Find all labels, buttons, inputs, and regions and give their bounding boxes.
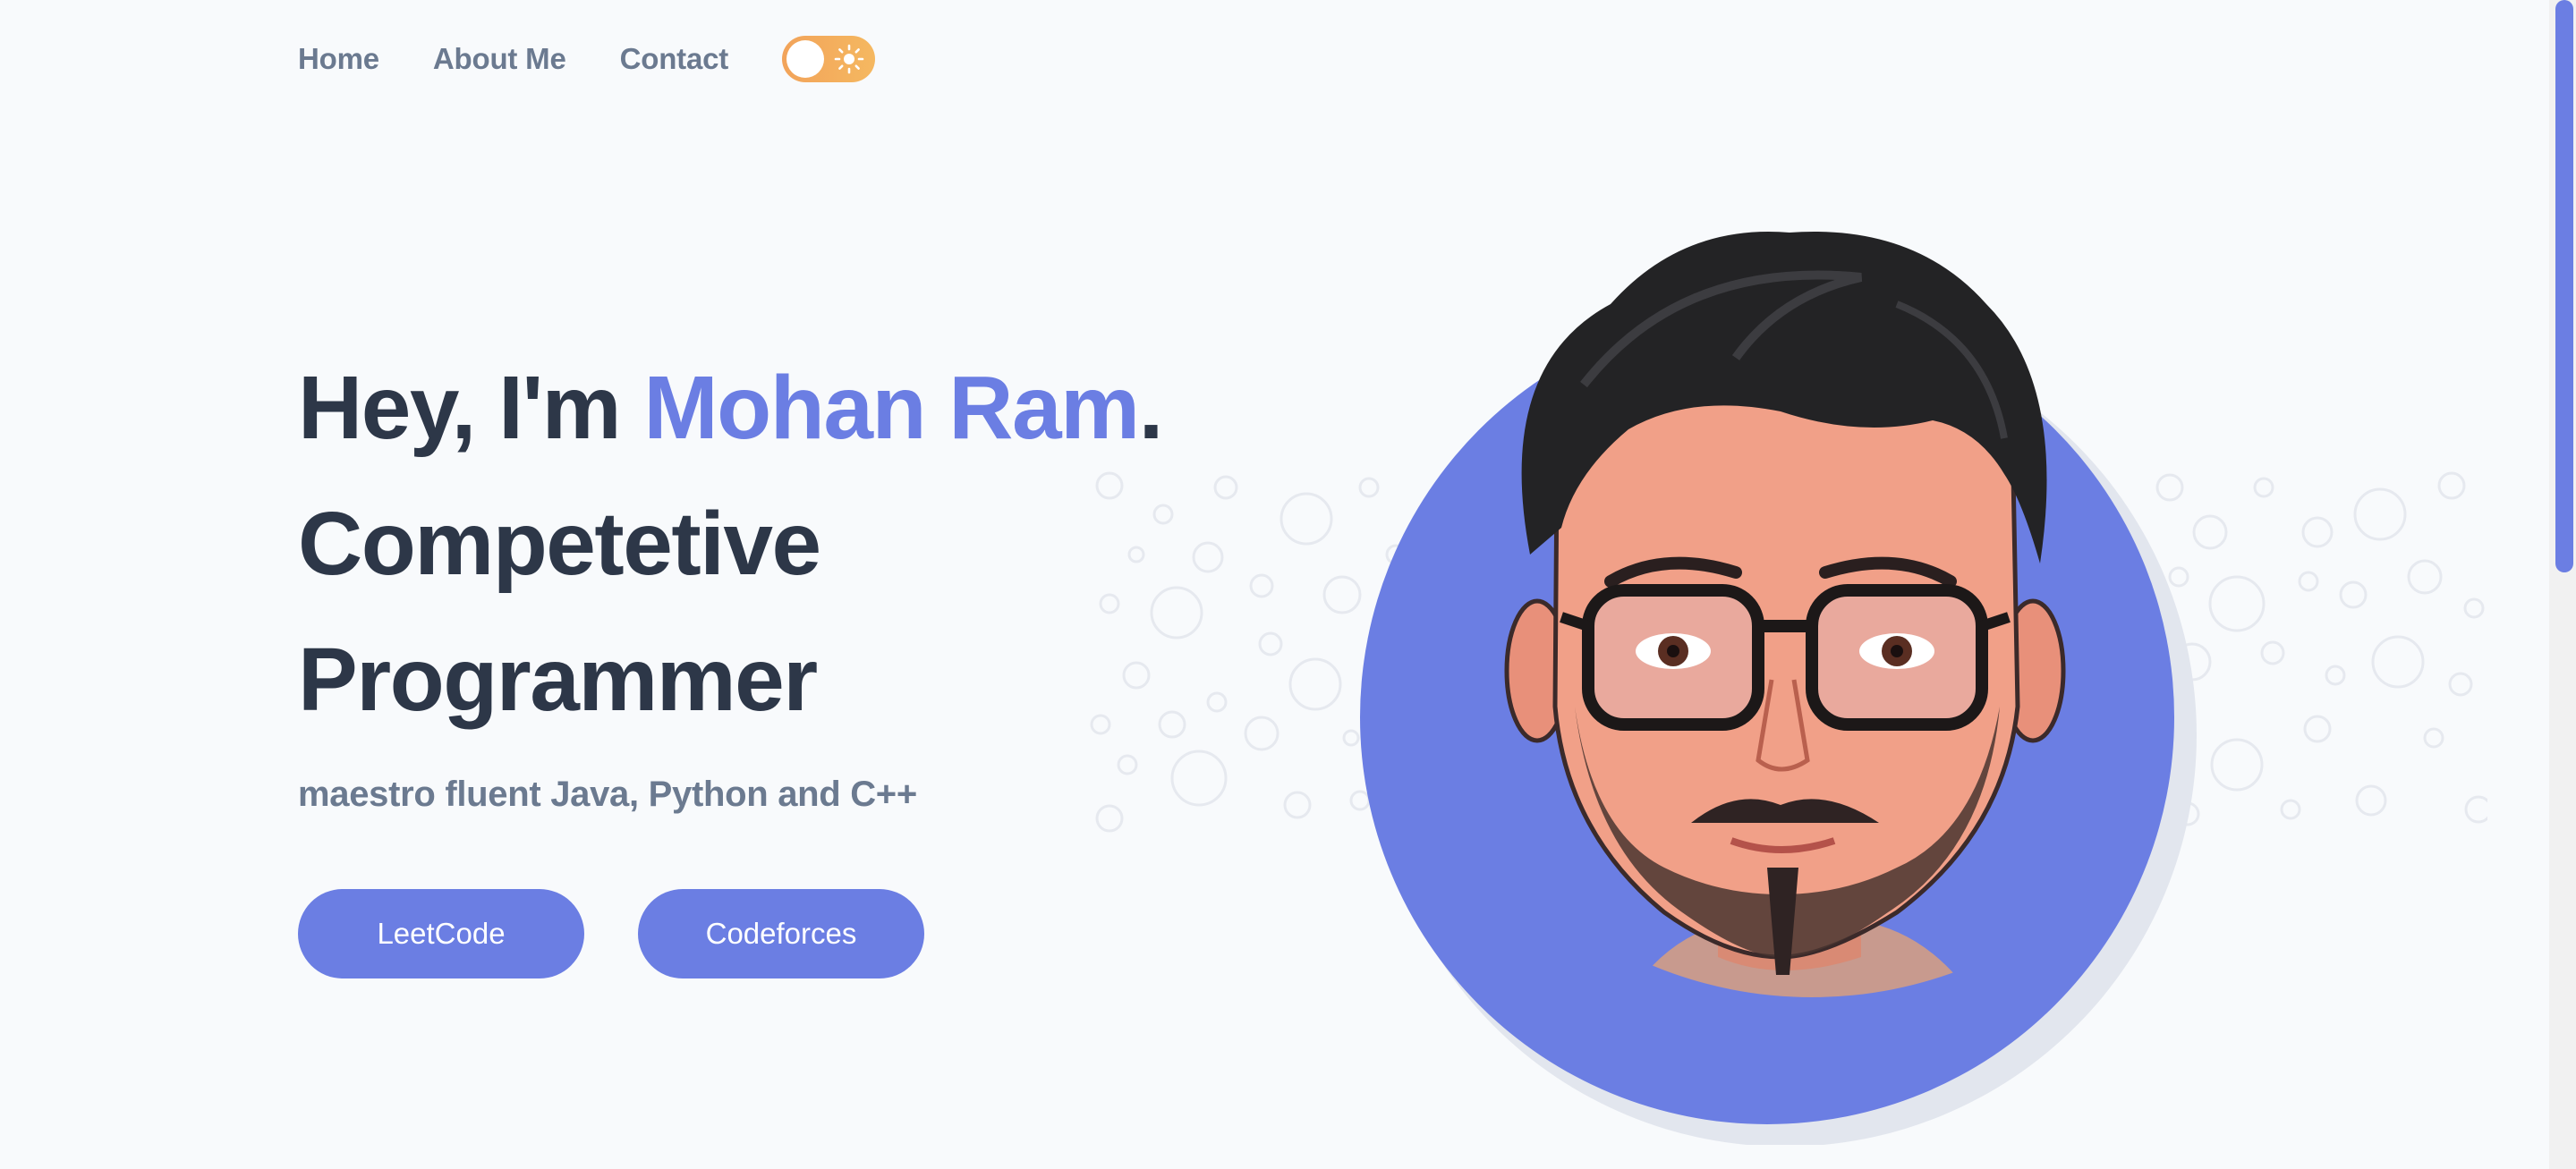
nav-link-home[interactable]: Home	[298, 42, 379, 76]
page: Home About Me Contact Hey, I'm Mohan Ram…	[0, 0, 2576, 1169]
scrollbar-thumb[interactable]	[2555, 0, 2573, 572]
codeforces-button[interactable]: Codeforces	[638, 889, 924, 978]
hero-name: Mohan Ram	[643, 358, 1140, 458]
top-nav: Home About Me Contact	[298, 34, 876, 84]
nav-link-contact[interactable]: Contact	[620, 42, 729, 76]
sun-icon	[834, 44, 864, 74]
greeting-prefix: Hey, I'm	[298, 358, 644, 458]
profile-avatar	[1360, 232, 2197, 1145]
scrollbar-track[interactable]	[2549, 0, 2576, 1169]
greeting-line: Hey, I'm Mohan Ram.	[298, 340, 1282, 476]
leetcode-button[interactable]: LeetCode	[298, 889, 584, 978]
toggle-knob	[786, 40, 825, 78]
greeting-suffix: .	[1138, 358, 1164, 458]
hero-subtitle: maestro fluent Java, Python and C++	[298, 775, 917, 814]
nav-link-about-me[interactable]: About Me	[433, 42, 566, 76]
theme-toggle[interactable]	[782, 36, 876, 82]
